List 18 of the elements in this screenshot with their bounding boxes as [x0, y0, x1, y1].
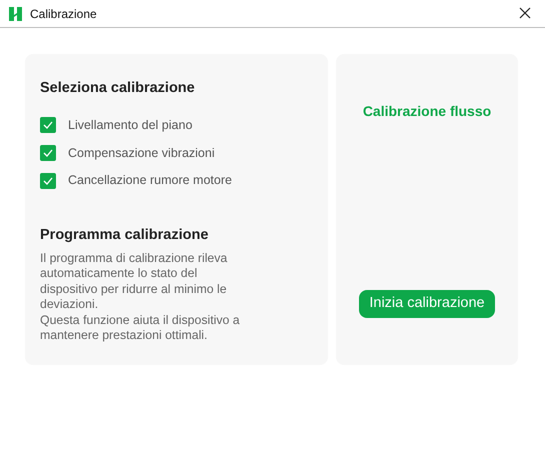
checkbox[interactable] [40, 144, 56, 161]
check-icon [43, 176, 53, 185]
checkbox[interactable] [40, 117, 56, 134]
check-icon [43, 148, 53, 157]
window-title: Calibrazione [30, 6, 97, 22]
app-logo-icon [9, 6, 22, 20]
checkbox[interactable] [40, 172, 56, 189]
checkbox-label: Livellamento del piano [68, 116, 192, 134]
checkbox-label: Compensazione vibrazioni [68, 144, 215, 162]
panel-title: Calibrazione flusso [362, 102, 492, 121]
section-title: Programma calibrazione [40, 226, 210, 245]
checkbox-label: Cancellazione rumore motore [68, 172, 232, 190]
description-text: Il programma di calibrazione rileva automaticamente lo stato del dispositivo per ridurre al minimo le deviazioni. [40, 250, 228, 313]
close-icon [519, 7, 531, 20]
section-title: Seleziona calibrazione [40, 79, 196, 98]
description-text: Questa funzione aiuta il dispositivo a mantenere prestazioni ottimali. [40, 312, 241, 344]
check-icon [43, 121, 53, 130]
start-calibration-button[interactable]: Inizia calibrazione [359, 290, 495, 318]
